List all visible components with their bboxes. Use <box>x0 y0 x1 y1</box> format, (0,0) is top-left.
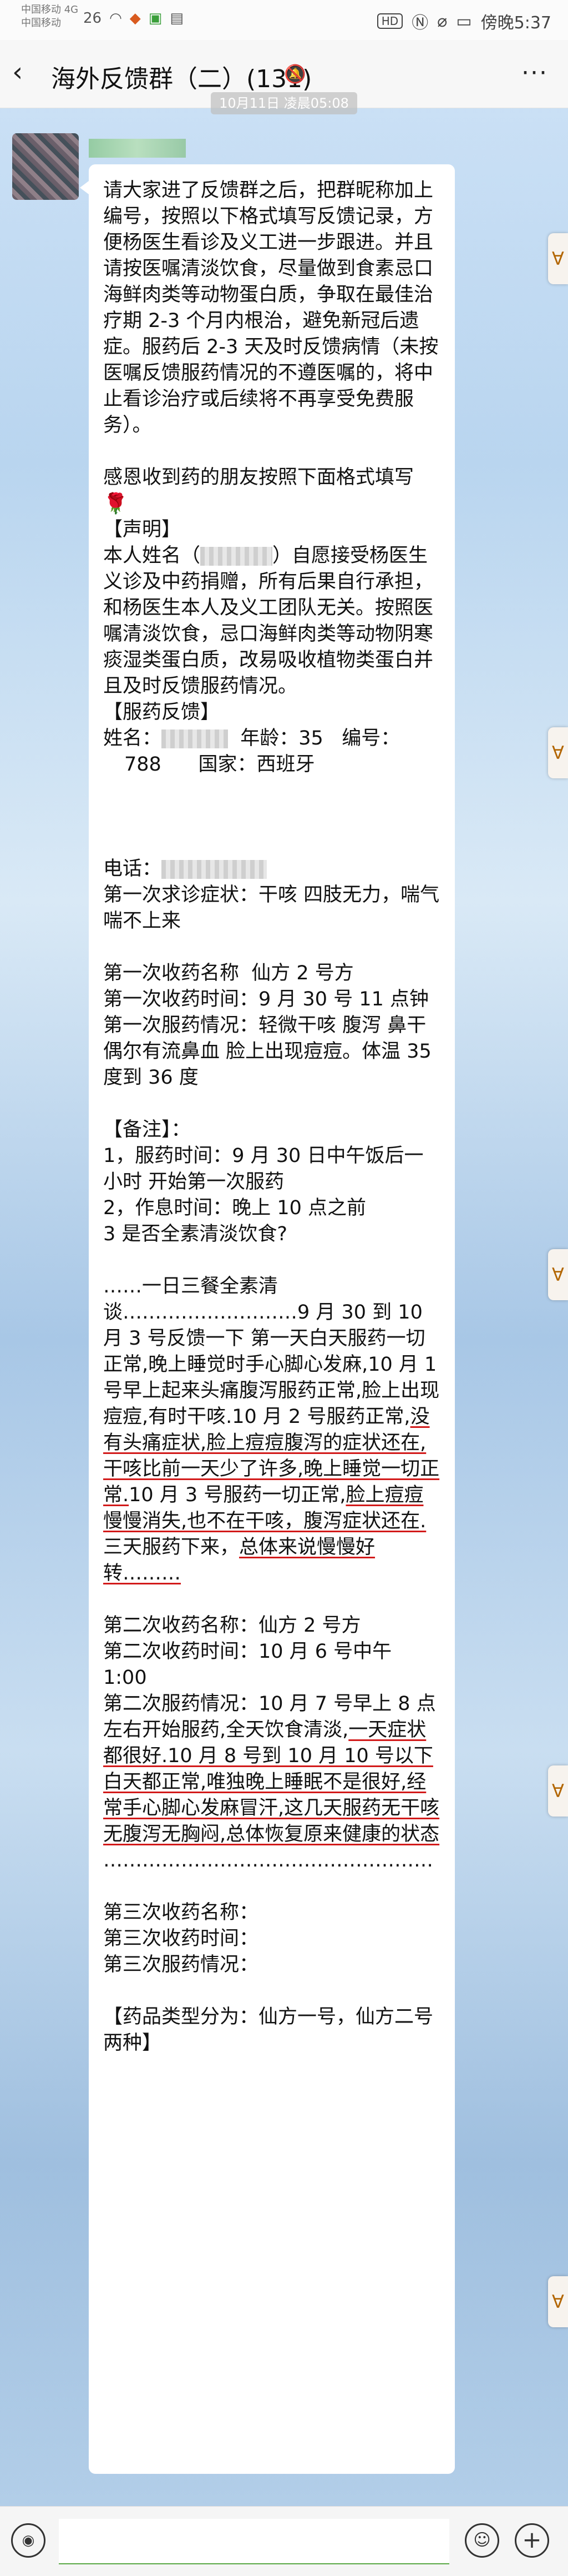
time-label: 傍晚5:37 <box>480 13 551 33</box>
input-bar: ◉ ☺ + <box>0 2506 568 2576</box>
battery-icon: ▭ <box>456 11 472 31</box>
message-input[interactable] <box>59 2519 449 2564</box>
signal-text: 26 <box>83 10 102 27</box>
third-med-time: 第三次收药时间： <box>103 1928 259 1950</box>
plus-icon[interactable]: + <box>515 2523 549 2558</box>
declaration-text: 本人姓名（ ）自愿接受杨医生义诊及中药捐赠，所有后果自行承担，和杨医生本人及义工团… <box>103 543 440 700</box>
second-med-name: 第二次收药名称：仙方 2 号方 <box>103 1614 361 1637</box>
age-text: 年龄：35 <box>240 727 323 749</box>
notes-heading: 【备注】： <box>103 1119 191 1141</box>
message-bubble[interactable]: 请大家进了反馈群之后，把群昵称加上编号，按照以下格式填写反馈记录，方便杨医生看诊… <box>80 164 455 2474</box>
note-3: 3 是否全素清淡饮食? <box>103 1223 287 1245</box>
first-med-name: 第一次收药名称 仙方 2 号方 <box>103 962 354 984</box>
diet-line-1: ……一日三餐全素清 <box>103 1275 278 1297</box>
sender-name-redacted <box>89 139 186 158</box>
feedback-heading: 【服药反馈】 <box>103 701 220 723</box>
phone-label: 电话： <box>103 858 162 880</box>
declaration-part-b: ）自愿接受杨医生义诊及中药捐赠，所有后果自行承担，和杨医生本人及义工团队无关。按… <box>103 545 434 697</box>
floating-side-icon[interactable]: Ɐ <box>548 727 568 778</box>
second-med-status: 第二次服药情况：10 月 7 号早上 8 点左右开始服药,全天饮食清淡,一天症状… <box>103 1691 440 1848</box>
gallery-icon: ▤ <box>170 10 184 27</box>
redacted-name <box>200 547 273 566</box>
more-options-icon[interactable]: ··· <box>521 59 548 87</box>
declaration-part-a: 本人姓名（ <box>103 545 201 567</box>
first-med-status: 第一次服药情况：轻微干咳 腹泻 鼻干偶尔有流鼻血 脸上出现痘痘。体温 35 度到… <box>103 1014 438 1089</box>
note-2: 2，作息时间：晚上 10 点之前 <box>103 1197 367 1219</box>
id-country-line: 788 国家：西班牙 <box>124 753 315 776</box>
status-icons: 26 ◠ ◆ ▣ ▤ <box>83 10 184 27</box>
note-1: 1，服药时间：9 月 30 日中午饭后一小时 开始第一次服药 <box>103 1145 424 1193</box>
carrier-1: 中国移动 4G <box>21 4 79 16</box>
declaration-heading: 【声明】 <box>103 519 181 541</box>
status-right: HD Ⓝ ⌀ ▭ 傍晚5:37 <box>377 9 551 33</box>
diet-part-e: 三天服药下来， <box>103 1536 240 1558</box>
app-notification-icon: ◆ <box>129 10 141 27</box>
redacted-name-value <box>161 729 229 748</box>
hd-badge: HD <box>377 13 403 29</box>
first-med-time: 第一次收药时间：9 月 30 号 11 点钟 <box>103 988 429 1010</box>
diet-part-a: 谈………………………9 月 30 到 10 月 3 号反馈一下 第一天白天服药一… <box>103 1301 443 1428</box>
carrier-info: 中国移动 4G 中国移动 <box>21 3 82 30</box>
avatar[interactable] <box>12 133 79 200</box>
third-med-status: 第三次服药情况： <box>103 1954 259 1976</box>
diet-part-c: 10 月 3 号服药一切正常, <box>129 1484 346 1506</box>
wifi-icon: ◠ <box>109 10 122 27</box>
floating-side-icon[interactable]: Ɐ <box>548 233 568 284</box>
instruction-line: 感恩收到药的朋友按照下面格式填写 <box>103 466 414 489</box>
diet-feedback: 谈………………………9 月 30 到 10 月 3 号反馈一下 第一天白天服药一… <box>103 1300 440 1587</box>
name-age-line: 姓名： 年龄：35 编号： <box>103 726 440 752</box>
intro-paragraph: 请大家进了反馈群之后，把群昵称加上编号，按照以下格式填写反馈记录，方便杨医生看诊… <box>103 179 439 436</box>
rose-icon: 🌹 <box>103 492 128 515</box>
id-label: 编号： <box>342 727 400 749</box>
first-symptom: 第一次求诊症状：干咳 四肢无力，喘气喘不上来 <box>103 884 440 932</box>
chat-title: 海外反馈群（二）(131) <box>51 65 312 93</box>
divider-line: …………………………………………… <box>103 1849 433 1871</box>
mute-icon: ⌀ <box>437 11 448 31</box>
redacted-phone <box>161 860 267 879</box>
back-icon[interactable]: ‹ <box>12 59 37 85</box>
carrier-2: 中国移动 <box>21 17 61 29</box>
status-bar: 中国移动 4G 中国移动 26 ◠ ◆ ▣ ▤ HD Ⓝ ⌀ ▭ 傍晚5:37 <box>0 0 568 40</box>
second-med-time: 第二次收药时间：10 月 6 号中午 1:00 <box>103 1641 398 1689</box>
message-timestamp: 10月11日 凌晨05:08 <box>211 92 357 114</box>
voice-input-icon[interactable]: ◉ <box>11 2523 45 2558</box>
floating-side-icon[interactable]: Ɐ <box>548 1249 568 1300</box>
name-label: 姓名： <box>103 727 162 749</box>
mute-notification-icon: 🔕 <box>284 63 306 84</box>
nfc-icon: Ⓝ <box>412 13 429 33</box>
floating-side-icon[interactable]: Ɐ <box>548 1765 568 1817</box>
emoji-icon[interactable]: ☺ <box>465 2523 499 2558</box>
message-icon: ▣ <box>148 10 163 27</box>
drug-types-line: 【药品类型分为：仙方一号，仙方二号 两种】 <box>103 2006 446 2054</box>
floating-side-icon[interactable]: Ɐ <box>548 2276 568 2327</box>
third-med-name: 第三次收药名称： <box>103 1901 259 1924</box>
phone-line: 电话： <box>103 856 440 882</box>
